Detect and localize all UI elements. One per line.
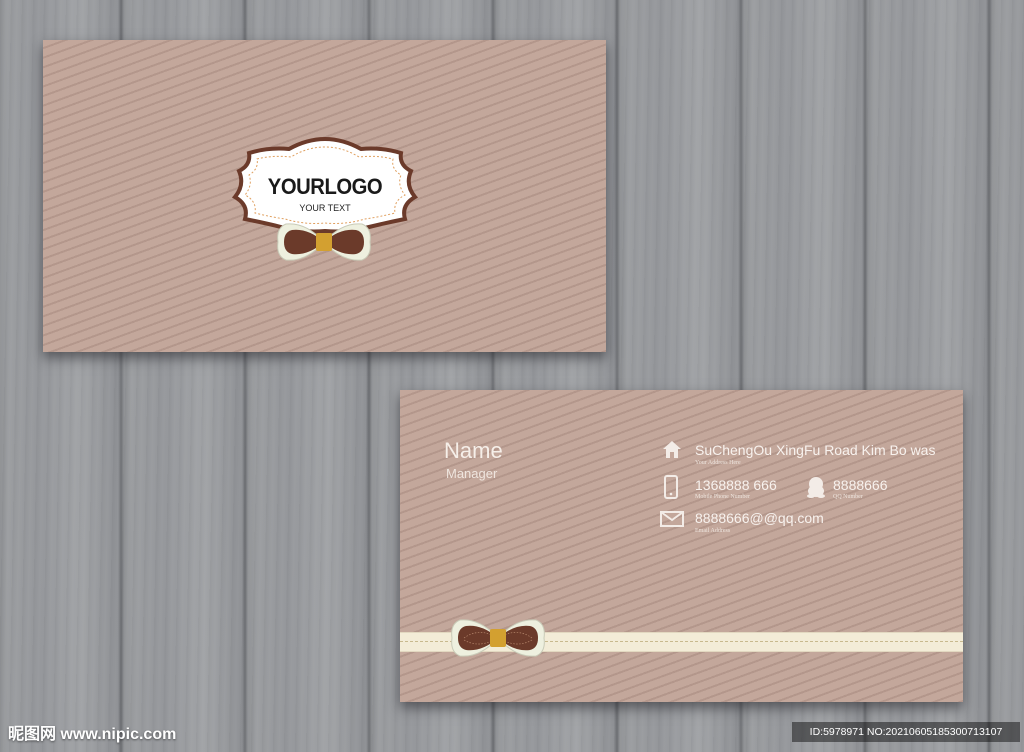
address-label: Your Address Here xyxy=(695,460,741,466)
qq-label: QQ Number xyxy=(833,494,863,500)
phone-value: 1368888 666 xyxy=(695,477,777,493)
envelope-icon xyxy=(660,511,684,527)
person-name: Name xyxy=(444,438,503,463)
watermark-site: 昵图网 www.nipic.com xyxy=(8,726,177,743)
home-icon xyxy=(663,441,681,458)
business-card-back: Name Manager SuChengOu XingFu Road Kim B… xyxy=(400,390,963,702)
bow-tie-icon xyxy=(451,619,545,657)
bow-tie-icon xyxy=(277,223,371,261)
phone-label: Mobile Phone Number xyxy=(695,494,750,500)
logo-tagline: YOUR TEXT xyxy=(299,203,351,213)
email-value: 8888666@@qq.com xyxy=(695,510,824,526)
email-label: Email Address xyxy=(695,528,731,534)
watermark-id: ID:5978971 NO:20210605185300713107 xyxy=(792,722,1020,742)
qq-penguin-icon xyxy=(807,477,825,498)
qq-value: 8888666 xyxy=(833,477,888,493)
logo-text: YOURLOGO xyxy=(267,174,383,199)
address-value: SuChengOu XingFu Road Kim Bo was xyxy=(695,442,936,458)
person-title: Manager xyxy=(446,466,498,481)
business-card-front: YOURLOGO YOUR TEXT xyxy=(43,40,606,352)
mobile-phone-icon xyxy=(664,475,678,499)
